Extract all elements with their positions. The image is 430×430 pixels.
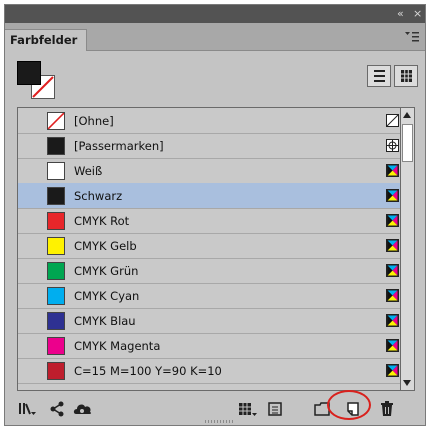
swatch-row[interactable]: [Passermarken] [18, 133, 400, 159]
cmyk-process-icon [386, 214, 399, 227]
swatch-name: Schwarz [74, 189, 123, 203]
panel-title-bar[interactable]: « × [5, 5, 425, 23]
swatch-row[interactable]: Weiß [18, 158, 400, 184]
swatch-color-chip [47, 287, 65, 305]
cmyk-process-icon [386, 364, 399, 377]
swatch-name: CMYK Grün [74, 264, 139, 278]
swatch-row[interactable]: CMYK Cyan [18, 283, 400, 309]
cmyk-process-icon [386, 164, 399, 177]
collapse-icon[interactable]: « [397, 6, 404, 22]
swatch-row[interactable]: Schwarz [18, 183, 400, 209]
swatch-color-chip [47, 262, 65, 280]
swatch-name: C=15 M=100 Y=90 K=10 [74, 364, 222, 378]
swatch-name: [Passermarken] [74, 139, 164, 153]
swatch-list[interactable]: [Ohne] [Passermarken] Weiß Schwarz CMYK Rot C… [17, 107, 401, 391]
swatch-color-chip [47, 212, 65, 230]
swatch-row[interactable]: CMYK Magenta [18, 333, 400, 359]
cmyk-process-icon [386, 339, 399, 352]
cmyk-process-icon [386, 289, 399, 302]
cmyk-process-icon [386, 264, 399, 277]
resize-grip[interactable] [205, 420, 235, 423]
trash-icon[interactable] [379, 400, 395, 418]
fill-swatch-icon[interactable] [17, 61, 41, 85]
swatch-name: CMYK Cyan [74, 289, 140, 303]
tab-farbfelder[interactable]: Farbfelder [5, 29, 87, 51]
fill-stroke-control[interactable] [17, 61, 61, 101]
cmyk-process-icon [386, 239, 399, 252]
swatch-row[interactable]: CMYK Grün [18, 258, 400, 284]
swatch-grid-icon[interactable] [237, 400, 259, 418]
panel-tab-row: Farbfelder [5, 23, 425, 51]
swatch-color-chip [47, 312, 65, 330]
close-icon[interactable]: × [413, 6, 422, 22]
swatch-row[interactable]: [Ohne] [18, 108, 400, 134]
scrollbar-thumb[interactable] [402, 124, 413, 162]
swatch-row[interactable]: C=15 M=100 Y=90 K=10 [18, 358, 400, 384]
swatch-name: [Ohne] [74, 114, 114, 128]
share-icon[interactable] [49, 400, 65, 418]
list-view-icon[interactable] [367, 65, 391, 87]
swatch-row[interactable]: CMYK Gelb [18, 233, 400, 259]
scroll-down-icon[interactable] [401, 376, 413, 390]
swatch-name: Weiß [74, 164, 103, 178]
swatch-color-chip [47, 137, 65, 155]
swatch-row[interactable]: CMYK Blau [18, 308, 400, 334]
swatch-color-chip [47, 237, 65, 255]
swatch-color-chip [47, 112, 65, 130]
swatch-name: CMYK Rot [74, 214, 130, 228]
swatch-name: CMYK Blau [74, 314, 136, 328]
swatch-list-icon[interactable] [267, 400, 283, 418]
highlight-circle [327, 390, 371, 420]
swatches-panel: « × Farbfelder [Ohne] [Passermarken] Weiß S… [4, 4, 426, 426]
cmyk-process-icon [386, 189, 399, 202]
swatch-row[interactable]: CMYK Rot [18, 208, 400, 234]
scroll-up-icon[interactable] [401, 108, 413, 122]
registration-icon [386, 139, 399, 152]
swatch-color-chip [47, 162, 65, 180]
swatch-color-chip [47, 337, 65, 355]
grid-view-icon[interactable] [394, 65, 418, 87]
swatch-name: CMYK Gelb [74, 239, 137, 253]
scrollbar[interactable] [401, 107, 415, 391]
swatch-color-chip [47, 187, 65, 205]
no-edit-icon [386, 114, 399, 127]
panel-menu-icon[interactable] [405, 31, 419, 43]
cc-library-icon[interactable] [73, 400, 93, 418]
swatch-color-chip [47, 362, 65, 380]
cmyk-process-icon [386, 314, 399, 327]
swatch-name: CMYK Magenta [74, 339, 161, 353]
show-swatches-icon[interactable] [17, 400, 37, 418]
